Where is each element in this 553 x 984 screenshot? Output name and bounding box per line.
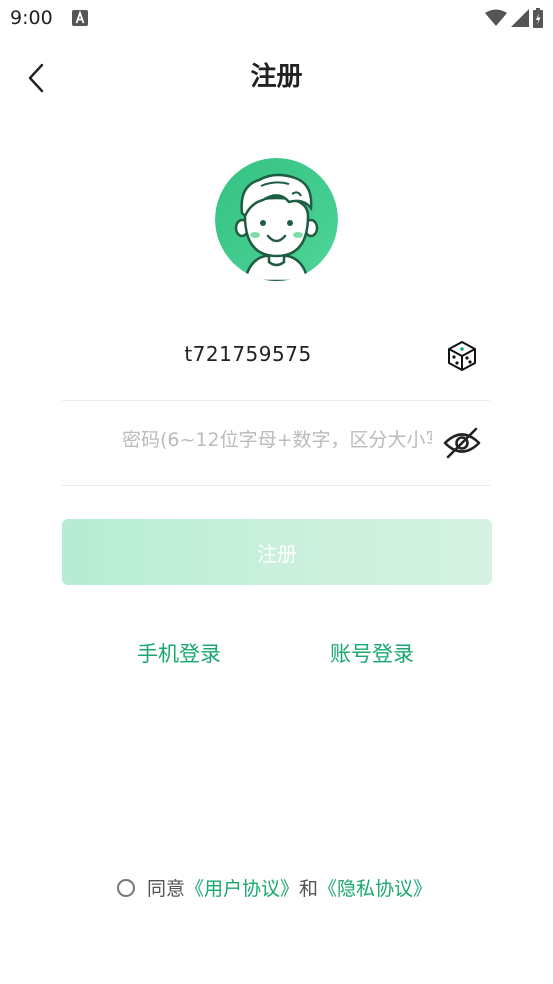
username-row: t721759575: [62, 316, 490, 401]
signal-icon: [511, 9, 529, 27]
agreement-conjunction: 和: [299, 878, 319, 900]
agree-radio[interactable]: [117, 878, 135, 897]
wifi-icon: [485, 9, 507, 26]
avatar: [215, 158, 338, 281]
privacy-policy-link[interactable]: 《隐私协议》: [318, 874, 432, 901]
status-icons: [485, 8, 543, 28]
status-time: 9:00: [10, 7, 53, 29]
agreement-row: 同意 《用户协议》 和 《隐私协议》: [117, 874, 432, 901]
page-title: 注册: [250, 62, 303, 92]
register-button[interactable]: 注册: [62, 519, 492, 585]
phone-login-link[interactable]: 手机登录: [137, 638, 221, 668]
username-field[interactable]: t721759575: [62, 342, 434, 366]
agreement-prefix: 同意: [147, 878, 186, 900]
dice-icon[interactable]: [446, 340, 478, 372]
battery-icon: [533, 8, 543, 28]
user-agreement-link[interactable]: 《用户协议》: [185, 874, 299, 901]
password-row: [62, 401, 490, 486]
account-login-link[interactable]: 账号登录: [330, 638, 414, 668]
notification-a-icon: [72, 10, 88, 26]
password-input[interactable]: [122, 429, 432, 451]
eye-off-icon[interactable]: [442, 426, 482, 460]
status-bar: 9:00: [0, 0, 553, 38]
